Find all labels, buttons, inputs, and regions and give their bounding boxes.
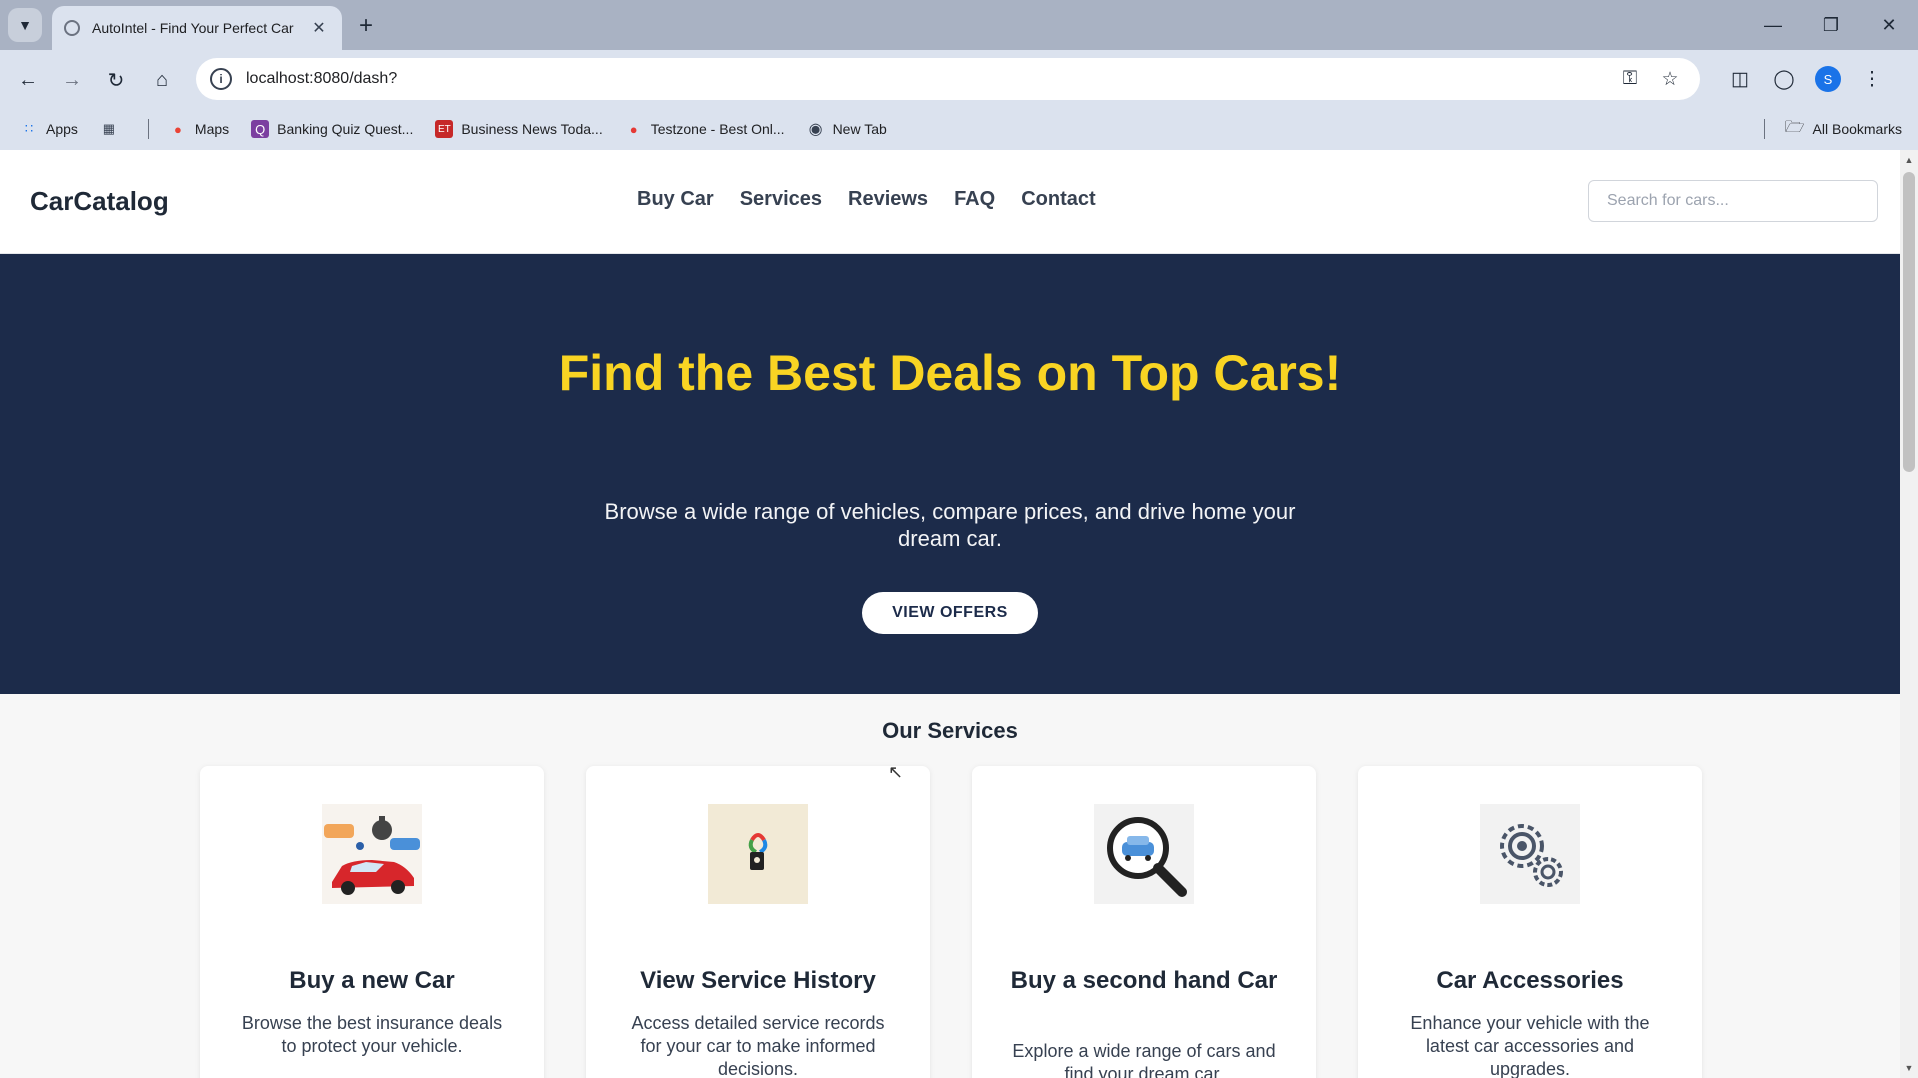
bookmark-label: Maps <box>194 121 230 137</box>
star-icon[interactable]: ☆ <box>1654 63 1686 95</box>
service-card-text: Access detailed service records for your… <box>631 1013 885 1078</box>
bookmark-apps[interactable]: ∷ Apps <box>20 120 78 138</box>
page-viewport: CarCatalog Buy Car Services Reviews FAQ … <box>0 150 1900 1078</box>
gears-icon <box>1480 804 1580 904</box>
site-logo[interactable]: CarCatalog <box>30 186 169 217</box>
service-card-title: Buy a new Car <box>289 967 455 994</box>
profile-avatar[interactable]: S <box>1815 66 1841 92</box>
bookmark-maps[interactable]: ● Maps <box>169 120 229 138</box>
apps-grid-icon: ∷ <box>24 121 34 136</box>
car-magnifier-icon <box>1094 804 1194 904</box>
globe-icon: ◉ <box>808 121 823 138</box>
address-bar[interactable]: i localhost:8080/dash? ⚿ ☆ <box>196 58 1700 100</box>
mouse-cursor-icon: ↖ <box>888 762 904 782</box>
nav-contact[interactable]: Contact <box>1021 188 1095 211</box>
shield-icon[interactable]: ◯ <box>1762 62 1806 96</box>
window-close-icon[interactable]: ✕ <box>1860 0 1918 50</box>
site-header: CarCatalog Buy Car Services Reviews FAQ … <box>0 150 1900 254</box>
news-icon: ET <box>435 120 454 138</box>
restore-icon[interactable]: ❐ <box>1802 0 1860 50</box>
bookmark-testzone[interactable]: ● Testzone - Best Onl... <box>625 120 785 138</box>
kebab-menu-icon[interactable]: ⋮ <box>1850 62 1894 96</box>
address-url[interactable]: localhost:8080/dash? <box>246 70 1606 88</box>
service-card-title: Buy a second hand Car <box>1010 967 1278 994</box>
pin-icon: ● <box>629 121 638 137</box>
car-search-input[interactable] <box>1588 180 1878 222</box>
forward-button[interactable]: → <box>56 64 88 96</box>
browser-toolbar: ← → ↻ ⌂ i localhost:8080/dash? ⚿ ☆ ◫ ◯ S… <box>0 50 1918 108</box>
bookmark-label: New Tab <box>832 121 887 137</box>
reload-button[interactable]: ↻ <box>100 64 132 96</box>
services-heading: Our Services <box>882 718 1018 743</box>
nav-faq[interactable]: FAQ <box>954 188 995 211</box>
service-card-text: Enhance your vehicle with the latest car… <box>1410 1013 1650 1078</box>
hero-banner: Find the Best Deals on Top Cars! Browse … <box>0 254 1900 694</box>
back-button[interactable]: ← <box>12 64 44 96</box>
map-pin-icon: ● <box>173 121 182 137</box>
bookmark-separator <box>1763 119 1765 139</box>
view-offers-button[interactable]: VIEW OFFERS <box>862 592 1038 634</box>
services-cards: Buy a new Car Browse the best insurance … <box>200 766 1702 1078</box>
service-card-text: Explore a wide range of cars and find yo… <box>1012 1041 1276 1078</box>
service-card-second-hand[interactable]: Buy a second hand Car Explore a wide ran… <box>972 766 1316 1078</box>
all-bookmarks-label: All Bookmarks <box>1812 121 1902 137</box>
window-controls: — ❐ ✕ <box>1744 0 1918 50</box>
nav-services[interactable]: Services <box>740 188 822 211</box>
nav-buy-car[interactable]: Buy Car <box>637 188 714 211</box>
bookmark-label: Banking Quiz Quest... <box>277 121 414 137</box>
arrow-left-icon: ← <box>18 68 38 91</box>
browser-tab-active[interactable]: AutoIntel - Find Your Perfect Car ✕ <box>52 6 342 50</box>
bookmark-new-tab[interactable]: ◉ New Tab <box>807 120 887 138</box>
tab-title: AutoIntel - Find Your Perfect Car <box>92 20 294 36</box>
scroll-up-icon[interactable]: ▲ <box>1900 152 1918 168</box>
bookmark-business-news[interactable]: ET Business News Toda... <box>435 120 603 138</box>
all-bookmarks[interactable]: 🗁 All Bookmarks <box>1763 108 1902 150</box>
service-card-service-history[interactable]: View Service History Access detailed ser… <box>586 766 930 1078</box>
nav-reviews[interactable]: Reviews <box>848 188 928 211</box>
main-nav: Buy Car Services Reviews FAQ Contact <box>637 188 1096 211</box>
browser-tabstrip: ▼ AutoIntel - Find Your Perfect Car ✕ + … <box>0 0 1918 50</box>
scrollbar-thumb[interactable] <box>1903 172 1915 472</box>
service-card-title: View Service History <box>640 967 876 994</box>
puzzle-icon[interactable]: ◫ <box>1718 62 1762 96</box>
scroll-down-icon[interactable]: ▼ <box>1900 1060 1918 1076</box>
bookmark-banking-quiz[interactable]: Q Banking Quiz Quest... <box>251 120 413 138</box>
bookmark-grid[interactable]: ▦ <box>100 120 126 138</box>
arrow-right-icon: → <box>62 68 82 91</box>
page-scrollbar[interactable]: ▲ ▼ <box>1900 150 1918 1078</box>
new-tab-button[interactable]: + <box>352 12 380 40</box>
tab-close-icon[interactable]: ✕ <box>308 17 330 39</box>
info-icon[interactable]: i <box>210 68 232 90</box>
hero-subtitle: Browse a wide range of vehicles, compare… <box>604 499 1296 551</box>
key-icon[interactable]: ⚿ <box>1614 63 1646 95</box>
toolbar-actions: ◫ ◯ S ⋮ <box>1718 62 1894 96</box>
bookmark-label: Apps <box>46 121 78 137</box>
service-tag-icon <box>708 804 808 904</box>
minimize-icon[interactable]: — <box>1744 0 1802 50</box>
home-icon: ⌂ <box>155 68 169 91</box>
quiz-icon: Q <box>251 120 270 138</box>
folder-icon: 🗁 <box>1784 118 1805 136</box>
bookmark-label: Testzone - Best Onl... <box>650 121 785 137</box>
red-car-deal-icon <box>322 804 422 904</box>
service-card-buy-new-car[interactable]: Buy a new Car Browse the best insurance … <box>200 766 544 1078</box>
chevron-down-icon: ▼ <box>18 17 32 33</box>
tab-search-button[interactable]: ▼ <box>8 8 42 42</box>
tab-favicon-icon <box>64 20 80 36</box>
bookmark-label: Business News Toda... <box>461 121 603 137</box>
reload-icon: ↻ <box>107 69 125 92</box>
hero-title: Find the Best Deals on Top Cars! <box>558 345 1342 401</box>
service-card-text: Browse the best insurance deals to prote… <box>241 1013 503 1056</box>
bookmarks-bar: ∷ Apps ▦ ● Maps Q Banking Quiz Quest... … <box>0 108 1918 150</box>
service-card-title: Car Accessories <box>1436 967 1624 994</box>
grid-icon: ▦ <box>102 121 116 136</box>
service-card-accessories[interactable]: Car Accessories Enhance your vehicle wit… <box>1358 766 1702 1078</box>
home-button[interactable]: ⌂ <box>146 64 178 96</box>
bookmark-separator <box>147 119 149 139</box>
plus-icon: + <box>358 12 373 39</box>
